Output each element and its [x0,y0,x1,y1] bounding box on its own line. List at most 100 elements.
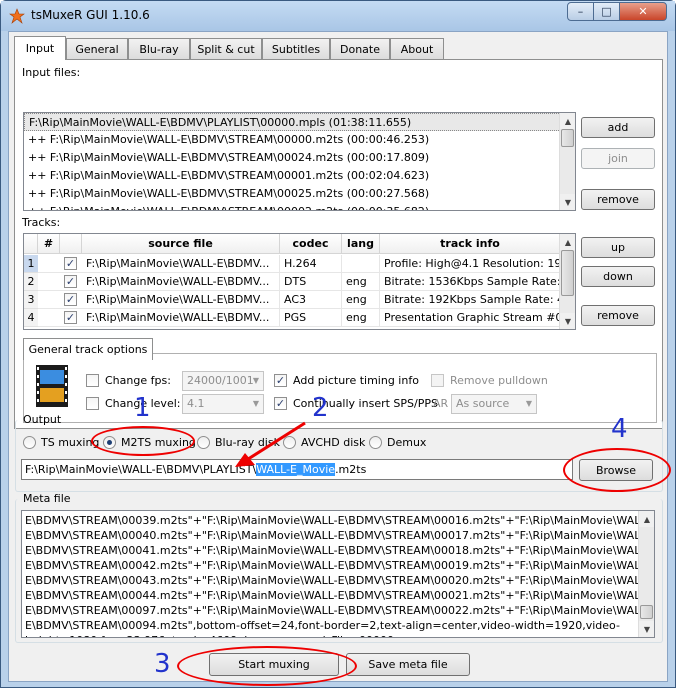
list-item[interactable]: ++ F:\Rip\MainMovie\WALL-E\BDMV\STREAM\0… [24,131,575,149]
title-bar[interactable]: tsMuxeR GUI 1.10.6 – □ ✕ [1,1,675,31]
track-enable-checkbox[interactable]: ✓ [64,275,77,288]
maximize-button[interactable]: □ [593,2,620,21]
picture-timing-checkbox[interactable]: ✓ [274,374,287,387]
track-enable-checkbox[interactable]: ✓ [64,257,77,270]
annotation-number-3: 3 [154,649,171,679]
remove-pulldown-label: Remove pulldown [450,374,548,387]
tab-blu-ray[interactable]: Blu-ray [128,38,190,59]
row-header-cell[interactable]: 3 [24,291,38,309]
annotation-ring-m2ts [91,426,195,456]
row-header-cell[interactable]: 2 [24,273,38,291]
table-cell-info: Bitrate: 1536Kbps Sample Rate: 4... [380,273,561,291]
tracks-scrollbar[interactable]: ▲ ▼ [559,234,575,329]
track-up-button[interactable]: up [581,237,655,258]
save-meta-file-button[interactable]: Save meta file [346,653,470,676]
tab-input[interactable]: Input [14,36,66,60]
remove-track-button[interactable]: remove [581,305,655,326]
change-fps-checkbox[interactable] [86,374,99,387]
table-cell-info: Presentation Graphic Stream #0 ... [380,309,561,327]
picture-timing-label: Add picture timing info [293,374,419,387]
table-cell-src: F:\Rip\MainMovie\WALL-E\BDMV... [82,273,280,291]
track-enable-checkbox[interactable]: ✓ [64,293,77,306]
main-window: tsMuxeR GUI 1.10.6 – □ ✕ Input General B… [0,0,676,688]
column-header-check[interactable] [60,234,82,254]
table-cell-codec: AC3 [280,291,342,309]
input-files-list[interactable]: F:\Rip\MainMovie\WALL-E\BDMV\PLAYLIST\00… [23,112,576,211]
change-level-checkbox[interactable] [86,397,99,410]
chevron-down-icon: ▼ [252,399,259,408]
meta-line: height=1080,fps=23.976, track=4609, lang… [22,633,654,637]
tab-split-cut[interactable]: Split & cut [190,38,262,59]
scroll-down-icon[interactable]: ▼ [560,313,575,329]
level-select[interactable]: 4.1 ▼ [182,394,264,414]
track-down-button[interactable]: down [581,266,655,287]
scroll-thumb[interactable] [640,605,653,619]
list-item[interactable]: ++ F:\Rip\MainMovie\WALL-E\BDMV\STREAM\0… [24,149,575,167]
minimize-button[interactable]: – [567,2,594,21]
annotation-arrow-icon [235,421,306,467]
meta-line: E\BDMV\STREAM\00040.m2ts"+"F:\Rip\MainMo… [25,529,651,542]
tracks-table[interactable]: # source file codec lang track info 1 F:\… [23,233,576,330]
column-header-track-info[interactable]: track info [380,234,561,254]
annotation-number-1: 1 [134,393,151,423]
column-header-source[interactable]: source file [82,234,280,254]
meta-file-text[interactable]: E\BDMV\STREAM\00039.m2ts"+"F:\Rip\MainMo… [21,510,655,638]
scroll-down-icon[interactable]: ▼ [560,194,575,210]
table-cell-lang: eng [342,309,380,327]
ts-muxing-radio[interactable] [23,436,36,449]
chevron-down-icon: ▼ [525,399,532,408]
scroll-thumb[interactable] [561,129,574,147]
scroll-down-icon[interactable]: ▼ [639,621,654,637]
row-header-cell[interactable]: 1 [24,255,38,273]
fps-select[interactable]: 24000/1001 ▼ [182,371,264,391]
column-header-num[interactable]: # [38,234,60,254]
remove-file-button[interactable]: remove [581,189,655,210]
ar-select[interactable]: As source ▼ [451,394,537,414]
add-button[interactable]: add [581,117,655,138]
demux-radio[interactable] [369,436,382,449]
annotation-ring-start [177,646,357,686]
list-item[interactable]: ++ F:\Rip\MainMovie\WALL-E\BDMV\STREAM\0… [24,203,575,210]
ar-select-value: As source [456,397,510,410]
table-cell-info: Profile: High@4.1 Resolution: 19... [380,255,561,273]
table-cell-lang: eng [342,273,380,291]
close-icon: ✕ [638,5,648,18]
list-item[interactable]: ++ F:\Rip\MainMovie\WALL-E\BDMV\STREAM\0… [24,185,575,203]
track-enable-checkbox[interactable]: ✓ [64,311,77,324]
list-item[interactable]: ++ F:\Rip\MainMovie\WALL-E\BDMV\STREAM\0… [24,167,575,185]
change-fps-label: Change fps: [105,374,171,387]
meta-line: E\BDMV\STREAM\00094.m2ts",bottom-offset=… [25,619,620,632]
files-scrollbar[interactable]: ▲ ▼ [559,113,575,210]
column-header-codec[interactable]: codec [280,234,342,254]
join-button[interactable]: join [581,148,655,169]
table-cell-codec: DTS [280,273,342,291]
tab-subtitles[interactable]: Subtitles [262,38,330,59]
remove-pulldown-checkbox[interactable] [431,374,444,387]
scroll-up-icon[interactable]: ▲ [560,113,575,129]
scroll-up-icon[interactable]: ▲ [560,234,575,250]
tab-about[interactable]: About [390,38,444,59]
table-cell-src: F:\Rip\MainMovie\WALL-E\BDMV... [82,309,280,327]
scroll-up-icon[interactable]: ▲ [639,511,654,527]
meta-scrollbar[interactable]: ▲ ▼ [638,511,654,637]
blu-ray-disk-radio[interactable] [197,436,210,449]
tab-general[interactable]: General [66,38,128,59]
row-header-cell[interactable]: 4 [24,309,38,327]
demux-label: Demux [387,436,427,449]
general-track-options-panel: Change fps: 24000/1001 ▼ Change level: 4.… [23,353,657,423]
output-path-prefix: F:\Rip\MainMovie\WALL-E\BDMV\PLAYLIST\ [25,463,257,476]
meta-line: E\BDMV\STREAM\00097.m2ts"+"F:\Rip\MainMo… [25,604,651,617]
input-files-label: Input files: [22,66,81,79]
list-item[interactable]: F:\Rip\MainMovie\WALL-E\BDMV\PLAYLIST\00… [24,113,575,131]
tab-general-track-options[interactable]: General track options [23,338,153,360]
table-cell-lang [342,255,380,273]
close-button[interactable]: ✕ [619,2,667,21]
scroll-thumb[interactable] [561,250,574,296]
annotation-number-2: 2 [312,393,329,423]
table-cell-src: F:\Rip\MainMovie\WALL-E\BDMV... [82,291,280,309]
level-select-value: 4.1 [187,397,205,410]
insert-sps-checkbox[interactable]: ✓ [274,397,287,410]
tab-donate[interactable]: Donate [330,38,390,59]
meta-line: E\BDMV\STREAM\00041.m2ts"+"F:\Rip\MainMo… [25,544,651,557]
column-header-lang[interactable]: lang [342,234,380,254]
